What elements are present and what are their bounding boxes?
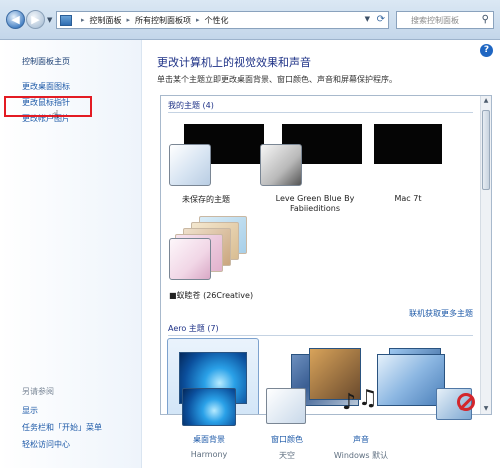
breadcrumb-all-items[interactable]: 所有控制面板项 [135, 15, 191, 26]
window-color-icon [266, 388, 306, 424]
sounds-icon: ♪ ♫ [334, 386, 388, 426]
theme-preview-mac[interactable] [374, 124, 442, 164]
breadcrumb-personalization[interactable]: 个性化 [205, 15, 229, 26]
theme-name-line: Fabiieditions [289, 204, 340, 213]
page-title: 更改计算机上的视觉效果和声音 [157, 56, 311, 69]
refresh-icon[interactable]: ⟳ [377, 14, 385, 25]
search-icon[interactable]: ⚲ [482, 14, 489, 25]
main-content: ? 更改计算机上的视觉效果和声音 单击某个主题立即更改桌面背景、窗口颜色、声音和… [143, 40, 500, 468]
no-screensaver-icon [457, 393, 475, 411]
screen-saver-button[interactable] [422, 378, 492, 466]
vertical-scrollbar[interactable]: ▲ ▼ [480, 96, 491, 414]
window-color-button[interactable]: 窗口颜色 天空 [252, 378, 322, 466]
music-note-icon: ♫ [358, 386, 378, 411]
scroll-up-arrow-icon[interactable]: ▲ [481, 96, 491, 106]
theme-settings-bar: 桌面背景 Harmony 窗口颜色 天空 ♪ ♫ 声音 Windows 默认 [160, 378, 500, 468]
theme-name-26creative[interactable]: ■蚁睦苍 (26Creative) [169, 290, 279, 301]
hand-cursor-icon: ☝ [52, 108, 59, 121]
recent-pages-dropdown-icon[interactable]: ▼ [47, 16, 52, 24]
control-panel-home-link[interactable]: 控制面板主页 [22, 56, 70, 67]
window-color-value: 天空 [279, 451, 295, 460]
breadcrumb-chevron-icon[interactable]: ▸ [196, 16, 200, 24]
desktop-background-label[interactable]: 桌面背景 [174, 434, 244, 445]
help-icon[interactable]: ? [480, 44, 493, 57]
search-input[interactable] [397, 12, 477, 28]
page-subtitle: 单击某个主题立即更改桌面背景、窗口颜色、声音和屏幕保护程序。 [157, 75, 397, 84]
ease-of-access-link[interactable]: 轻松访问中心 [22, 439, 70, 450]
breadcrumb-chevron-icon[interactable]: ▸ [81, 16, 85, 24]
get-more-themes-online-link[interactable]: 联机获取更多主题 [409, 308, 473, 319]
breadcrumb-control-panel[interactable]: 控制面板 [90, 15, 122, 26]
scroll-thumb[interactable] [482, 110, 490, 190]
address-bar[interactable]: ▸ 控制面板 ▸ 所有控制面板项 ▸ 个性化 ▼ ⟳ [56, 11, 389, 29]
theme-name-leve-green[interactable]: Leve Green Blue By Fabiieditions [257, 194, 373, 214]
forward-button[interactable]: ▶ [26, 10, 45, 29]
breadcrumb-chevron-icon[interactable]: ▸ [127, 16, 131, 24]
control-panel-icon [60, 14, 72, 26]
theme-name-mac[interactable]: Mac 7t [373, 194, 443, 203]
theme-color-swatch [169, 144, 211, 186]
back-button[interactable]: ◀ [6, 10, 25, 29]
address-dropdown-icon[interactable]: ▼ [365, 15, 370, 23]
highlight-annotation-box [4, 96, 92, 117]
desktop-background-icon [182, 388, 236, 426]
address-toolbar: ◀ ▶ ▼ ▸ 控制面板 ▸ 所有控制面板项 ▸ 个性化 ▼ ⟳ ⚲ [0, 0, 500, 40]
desktop-background-value: Harmony [190, 450, 228, 459]
search-box: ⚲ [396, 11, 494, 29]
see-also-heading: 另请参阅 [22, 387, 54, 396]
theme-preview-26creative[interactable] [169, 214, 259, 284]
sounds-label[interactable]: 声音 [326, 434, 396, 445]
theme-color-swatch [260, 144, 302, 186]
aero-themes-header: Aero 主题 (7) [168, 324, 472, 336]
taskbar-start-menu-link[interactable]: 任务栏和「开始」菜单 [22, 422, 102, 433]
theme-name-line: Leve Green Blue By [275, 194, 355, 203]
theme-color-swatch [169, 238, 211, 280]
sounds-value: Windows 默认 [333, 451, 389, 460]
change-desktop-icons-link[interactable]: 更改桌面图标 [22, 81, 70, 92]
desktop-background-button[interactable]: 桌面背景 Harmony [174, 378, 244, 466]
sounds-button[interactable]: ♪ ♫ 声音 Windows 默认 [326, 378, 396, 466]
music-note-icon: ♪ [342, 390, 357, 415]
display-link[interactable]: 显示 [22, 405, 38, 416]
screen-saver-icon [436, 388, 475, 420]
theme-name-unsaved[interactable]: 未保存的主题 [166, 194, 246, 205]
my-themes-header: 我的主题 (4) [168, 101, 473, 113]
theme-list[interactable]: 我的主题 (4) 未保存的主题 Leve Green Blue By Fabiie… [160, 95, 492, 415]
window-color-label[interactable]: 窗口颜色 [252, 434, 322, 445]
